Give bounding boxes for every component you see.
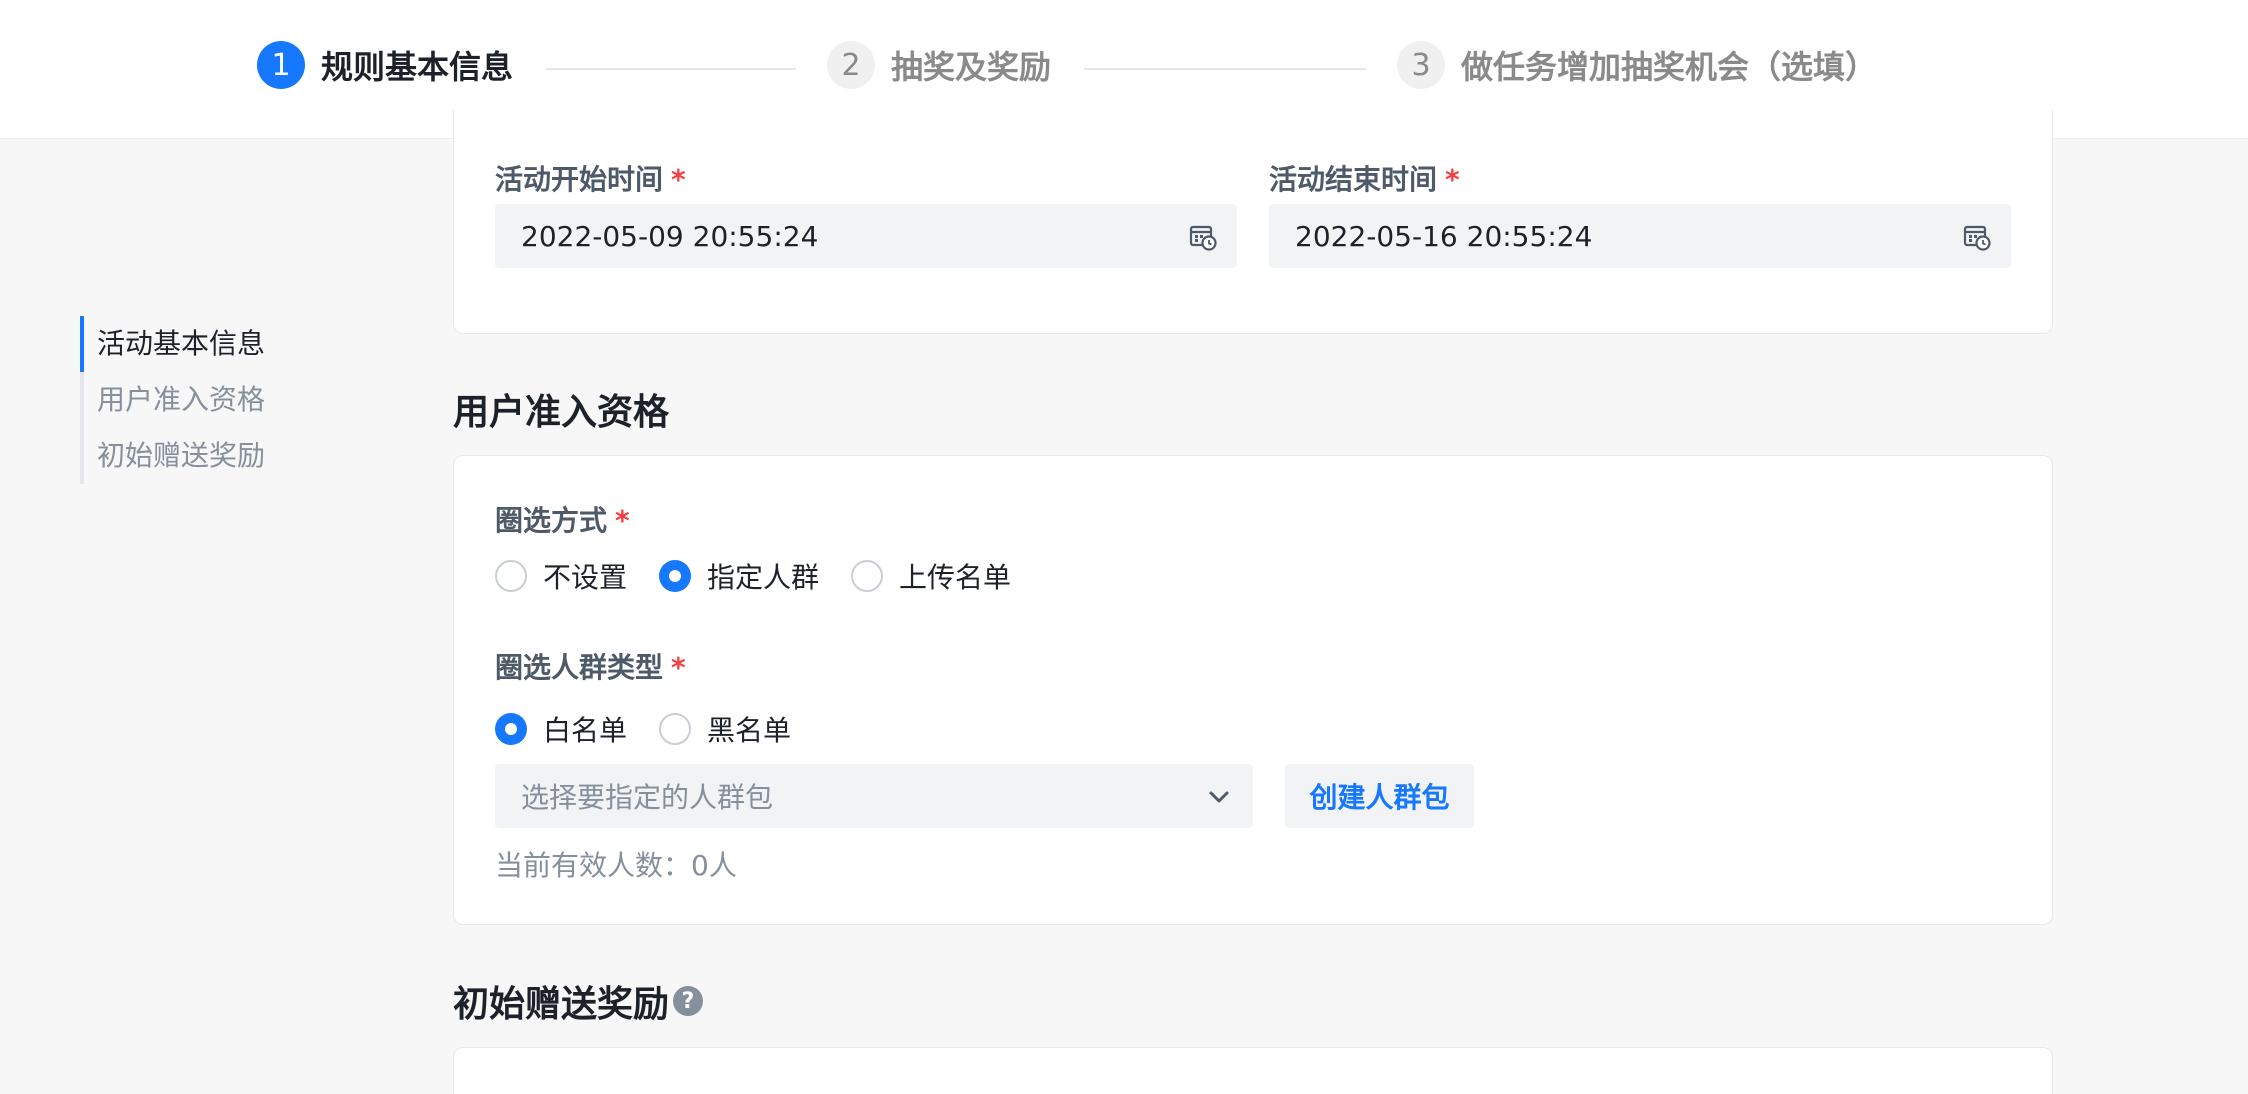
crowd-type-radio-group: 白名单 黑名单 <box>495 709 823 749</box>
crowd-package-placeholder: 选择要指定的人群包 <box>521 781 774 814</box>
radio-circle[interactable] <box>659 560 692 592</box>
step-1-label: 规则基本信息 <box>321 48 514 86</box>
required-mark: * <box>615 504 630 537</box>
radio-label: 上传名单 <box>899 561 1012 594</box>
radio-specified-crowd[interactable]: 指定人群 <box>659 556 819 596</box>
calendar-clock-icon[interactable] <box>1189 223 1217 251</box>
step-connector-1 <box>546 68 796 70</box>
step-3[interactable]: 3 做任务增加抽奖机会（选填） <box>1397 41 1877 89</box>
radio-label: 黑名单 <box>707 714 792 747</box>
radio-label: 白名单 <box>543 714 628 747</box>
step-2-number: 2 <box>827 41 875 89</box>
end-time-input[interactable]: 2022-05-16 20:55:24 <box>1269 204 2011 268</box>
end-time-label-text: 活动结束时间 <box>1269 163 1438 196</box>
step-2[interactable]: 2 抽奖及奖励 <box>827 41 1051 89</box>
anchor-item-initial-reward[interactable]: 初始赠送奖励 <box>97 428 265 484</box>
radio-blacklist[interactable]: 黑名单 <box>659 709 791 749</box>
selection-method-label-text: 圈选方式 <box>495 504 608 537</box>
radio-upload-list[interactable]: 上传名单 <box>851 556 1011 596</box>
anchor-active-indicator <box>80 316 84 372</box>
page: 1 规则基本信息 2 抽奖及奖励 3 做任务增加抽奖机会（选填） 活动基本信息 … <box>0 0 2248 1094</box>
anchor-item-basic-info[interactable]: 活动基本信息 <box>97 316 265 372</box>
start-time-label: 活动开始时间 * <box>495 158 686 198</box>
radio-whitelist[interactable]: 白名单 <box>495 709 627 749</box>
eligibility-card: 圈选方式 * 不设置 指定人群 上传名单 圈选人群类型 * 白名单 黑名单 选择… <box>453 455 2053 925</box>
crowd-type-label: 圈选人群类型 * <box>495 646 686 686</box>
anchor-item-eligibility[interactable]: 用户准入资格 <box>97 372 265 428</box>
step-3-number: 3 <box>1397 41 1445 89</box>
step-1-number: 1 <box>257 41 305 89</box>
start-time-label-text: 活动开始时间 <box>495 163 664 196</box>
step-2-label: 抽奖及奖励 <box>891 48 1052 86</box>
start-time-input[interactable]: 2022-05-09 20:55:24 <box>495 204 1237 268</box>
selection-method-radio-group: 不设置 指定人群 上传名单 <box>495 556 1043 596</box>
start-time-value: 2022-05-09 20:55:24 <box>521 219 819 253</box>
step-3-label: 做任务增加抽奖机会（选填） <box>1461 48 1878 86</box>
valid-count-text: 当前有效人数：0人 <box>495 849 737 882</box>
radio-circle[interactable] <box>495 713 527 745</box>
initial-reward-card <box>453 1047 2053 1094</box>
required-mark: * <box>671 163 686 196</box>
chevron-down-icon[interactable] <box>1207 785 1231 809</box>
radio-circle[interactable] <box>659 713 692 745</box>
step-connector-2 <box>1084 68 1366 70</box>
crowd-type-label-text: 圈选人群类型 <box>495 651 664 684</box>
end-time-value: 2022-05-16 20:55:24 <box>1295 219 1593 253</box>
create-crowd-package-button[interactable]: 创建人群包 <box>1285 764 1474 828</box>
crowd-package-select[interactable]: 选择要指定的人群包 <box>495 764 1253 828</box>
required-mark: * <box>1445 163 1460 196</box>
required-mark: * <box>671 651 686 684</box>
step-1[interactable]: 1 规则基本信息 <box>257 41 513 89</box>
radio-label: 不设置 <box>543 561 628 594</box>
selection-method-label: 圈选方式 * <box>495 499 630 539</box>
basic-info-card: 活动开始时间 * 2022-05-09 20:55:24 活动结束时间 * 2022… <box>453 110 2053 334</box>
eligibility-section-title: 用户准入资格 <box>453 392 670 433</box>
radio-label: 指定人群 <box>707 561 820 594</box>
calendar-clock-icon[interactable] <box>1963 223 1991 251</box>
initial-reward-title-text: 初始赠送奖励 <box>453 984 670 1025</box>
question-circle-icon[interactable]: ? <box>673 986 704 1016</box>
radio-no-setting[interactable]: 不设置 <box>495 556 627 596</box>
end-time-label: 活动结束时间 * <box>1269 158 1460 198</box>
initial-reward-section-title: 初始赠送奖励 ? <box>453 975 704 1027</box>
radio-circle[interactable] <box>495 560 527 592</box>
radio-circle[interactable] <box>851 560 884 592</box>
